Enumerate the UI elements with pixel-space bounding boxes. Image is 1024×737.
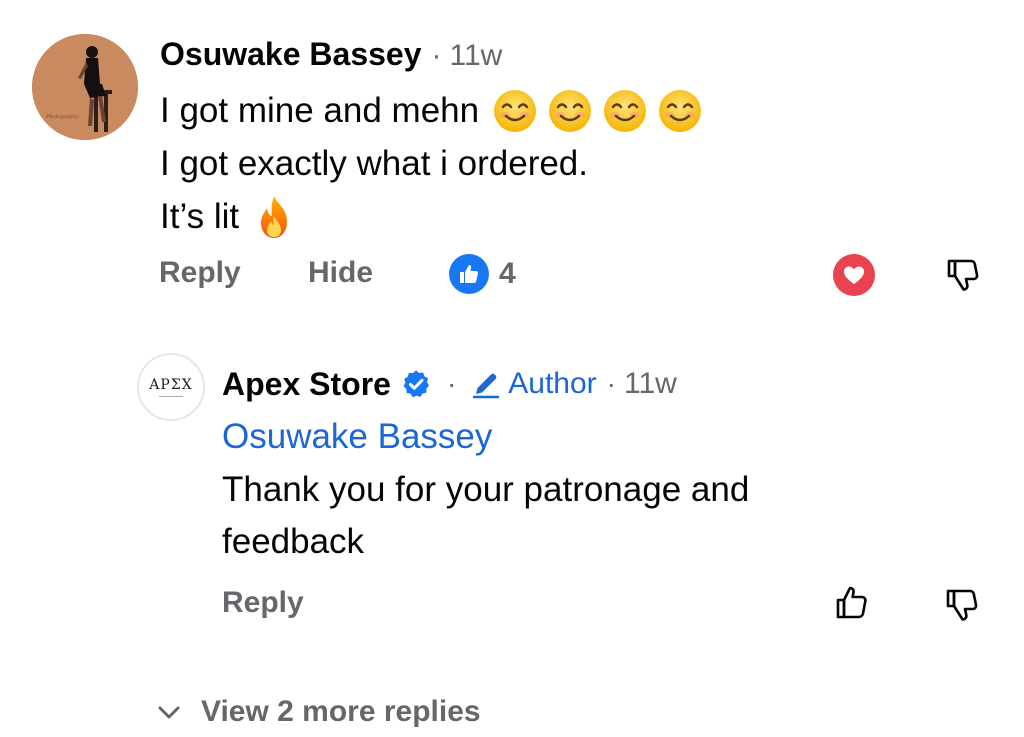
- pencil-icon: [470, 368, 502, 400]
- comment-line: I got mine and mehn: [160, 84, 713, 137]
- heart-icon[interactable]: [833, 254, 875, 296]
- comment-line: I got exactly what i ordered.: [160, 137, 713, 190]
- reply-header: Apex Store · Author · 11w: [222, 362, 677, 406]
- reply-button[interactable]: Reply: [159, 256, 241, 290]
- smiling-face-emoji: [548, 89, 592, 133]
- avatar[interactable]: APΣX: [137, 353, 205, 421]
- comment-line: It’s lit: [160, 190, 713, 243]
- comment-header: Osuwake Bassey · 11w: [160, 36, 502, 76]
- chevron-down-icon: [155, 698, 183, 726]
- hide-button[interactable]: Hide: [308, 256, 373, 290]
- view-more-replies-button[interactable]: View 2 more replies: [155, 690, 481, 734]
- comment-line-text: I got exactly what i ordered.: [160, 144, 588, 183]
- reply-body: Thank you for your patronage and feedbac…: [222, 470, 750, 561]
- separator-dot: ·: [606, 368, 616, 399]
- comment-thread: Photography Osuwake Bassey · 11w I got m…: [0, 0, 1024, 737]
- reply-button[interactable]: Reply: [222, 586, 304, 620]
- dislike-icon[interactable]: [942, 584, 982, 624]
- smiling-face-emoji: [493, 89, 537, 133]
- comment-body: I got mine and mehn I got exactly what i…: [160, 84, 713, 243]
- comment-timestamp[interactable]: 11w: [450, 39, 503, 73]
- mention-link[interactable]: Osuwake Bassey: [222, 414, 492, 460]
- emoji-group: [493, 89, 713, 133]
- logo-underline: [159, 396, 183, 397]
- verified-badge-icon: [401, 369, 431, 399]
- reply-actions: Reply: [222, 582, 992, 626]
- brand-logo: APΣX: [149, 377, 193, 393]
- like-reaction-icon: [449, 254, 489, 294]
- comment-author-name[interactable]: Osuwake Bassey: [160, 36, 422, 73]
- reaction-summary[interactable]: 4: [449, 252, 516, 296]
- smiling-face-emoji: [658, 89, 702, 133]
- view-more-replies-label: View 2 more replies: [201, 695, 481, 728]
- profile-photo: Photography: [32, 34, 138, 140]
- svg-text:Photography: Photography: [45, 114, 79, 120]
- like-icon[interactable]: [832, 582, 874, 624]
- comment-actions: Reply Hide 4: [159, 252, 989, 296]
- author-badge-label: Author: [508, 367, 597, 400]
- reply-timestamp[interactable]: 11w: [624, 367, 677, 401]
- dislike-icon[interactable]: [943, 254, 983, 294]
- comment-line-text: It’s lit: [160, 197, 240, 236]
- like-count: 4: [499, 257, 516, 290]
- smiling-face-emoji: [603, 89, 647, 133]
- reply-author-name[interactable]: Apex Store: [222, 366, 391, 403]
- separator-dot: ·: [431, 39, 442, 72]
- fire-emoji: [253, 194, 295, 240]
- separator-dot: ·: [446, 368, 457, 399]
- avatar[interactable]: Photography: [32, 34, 138, 140]
- comment-line-text: I got mine and mehn: [160, 91, 480, 130]
